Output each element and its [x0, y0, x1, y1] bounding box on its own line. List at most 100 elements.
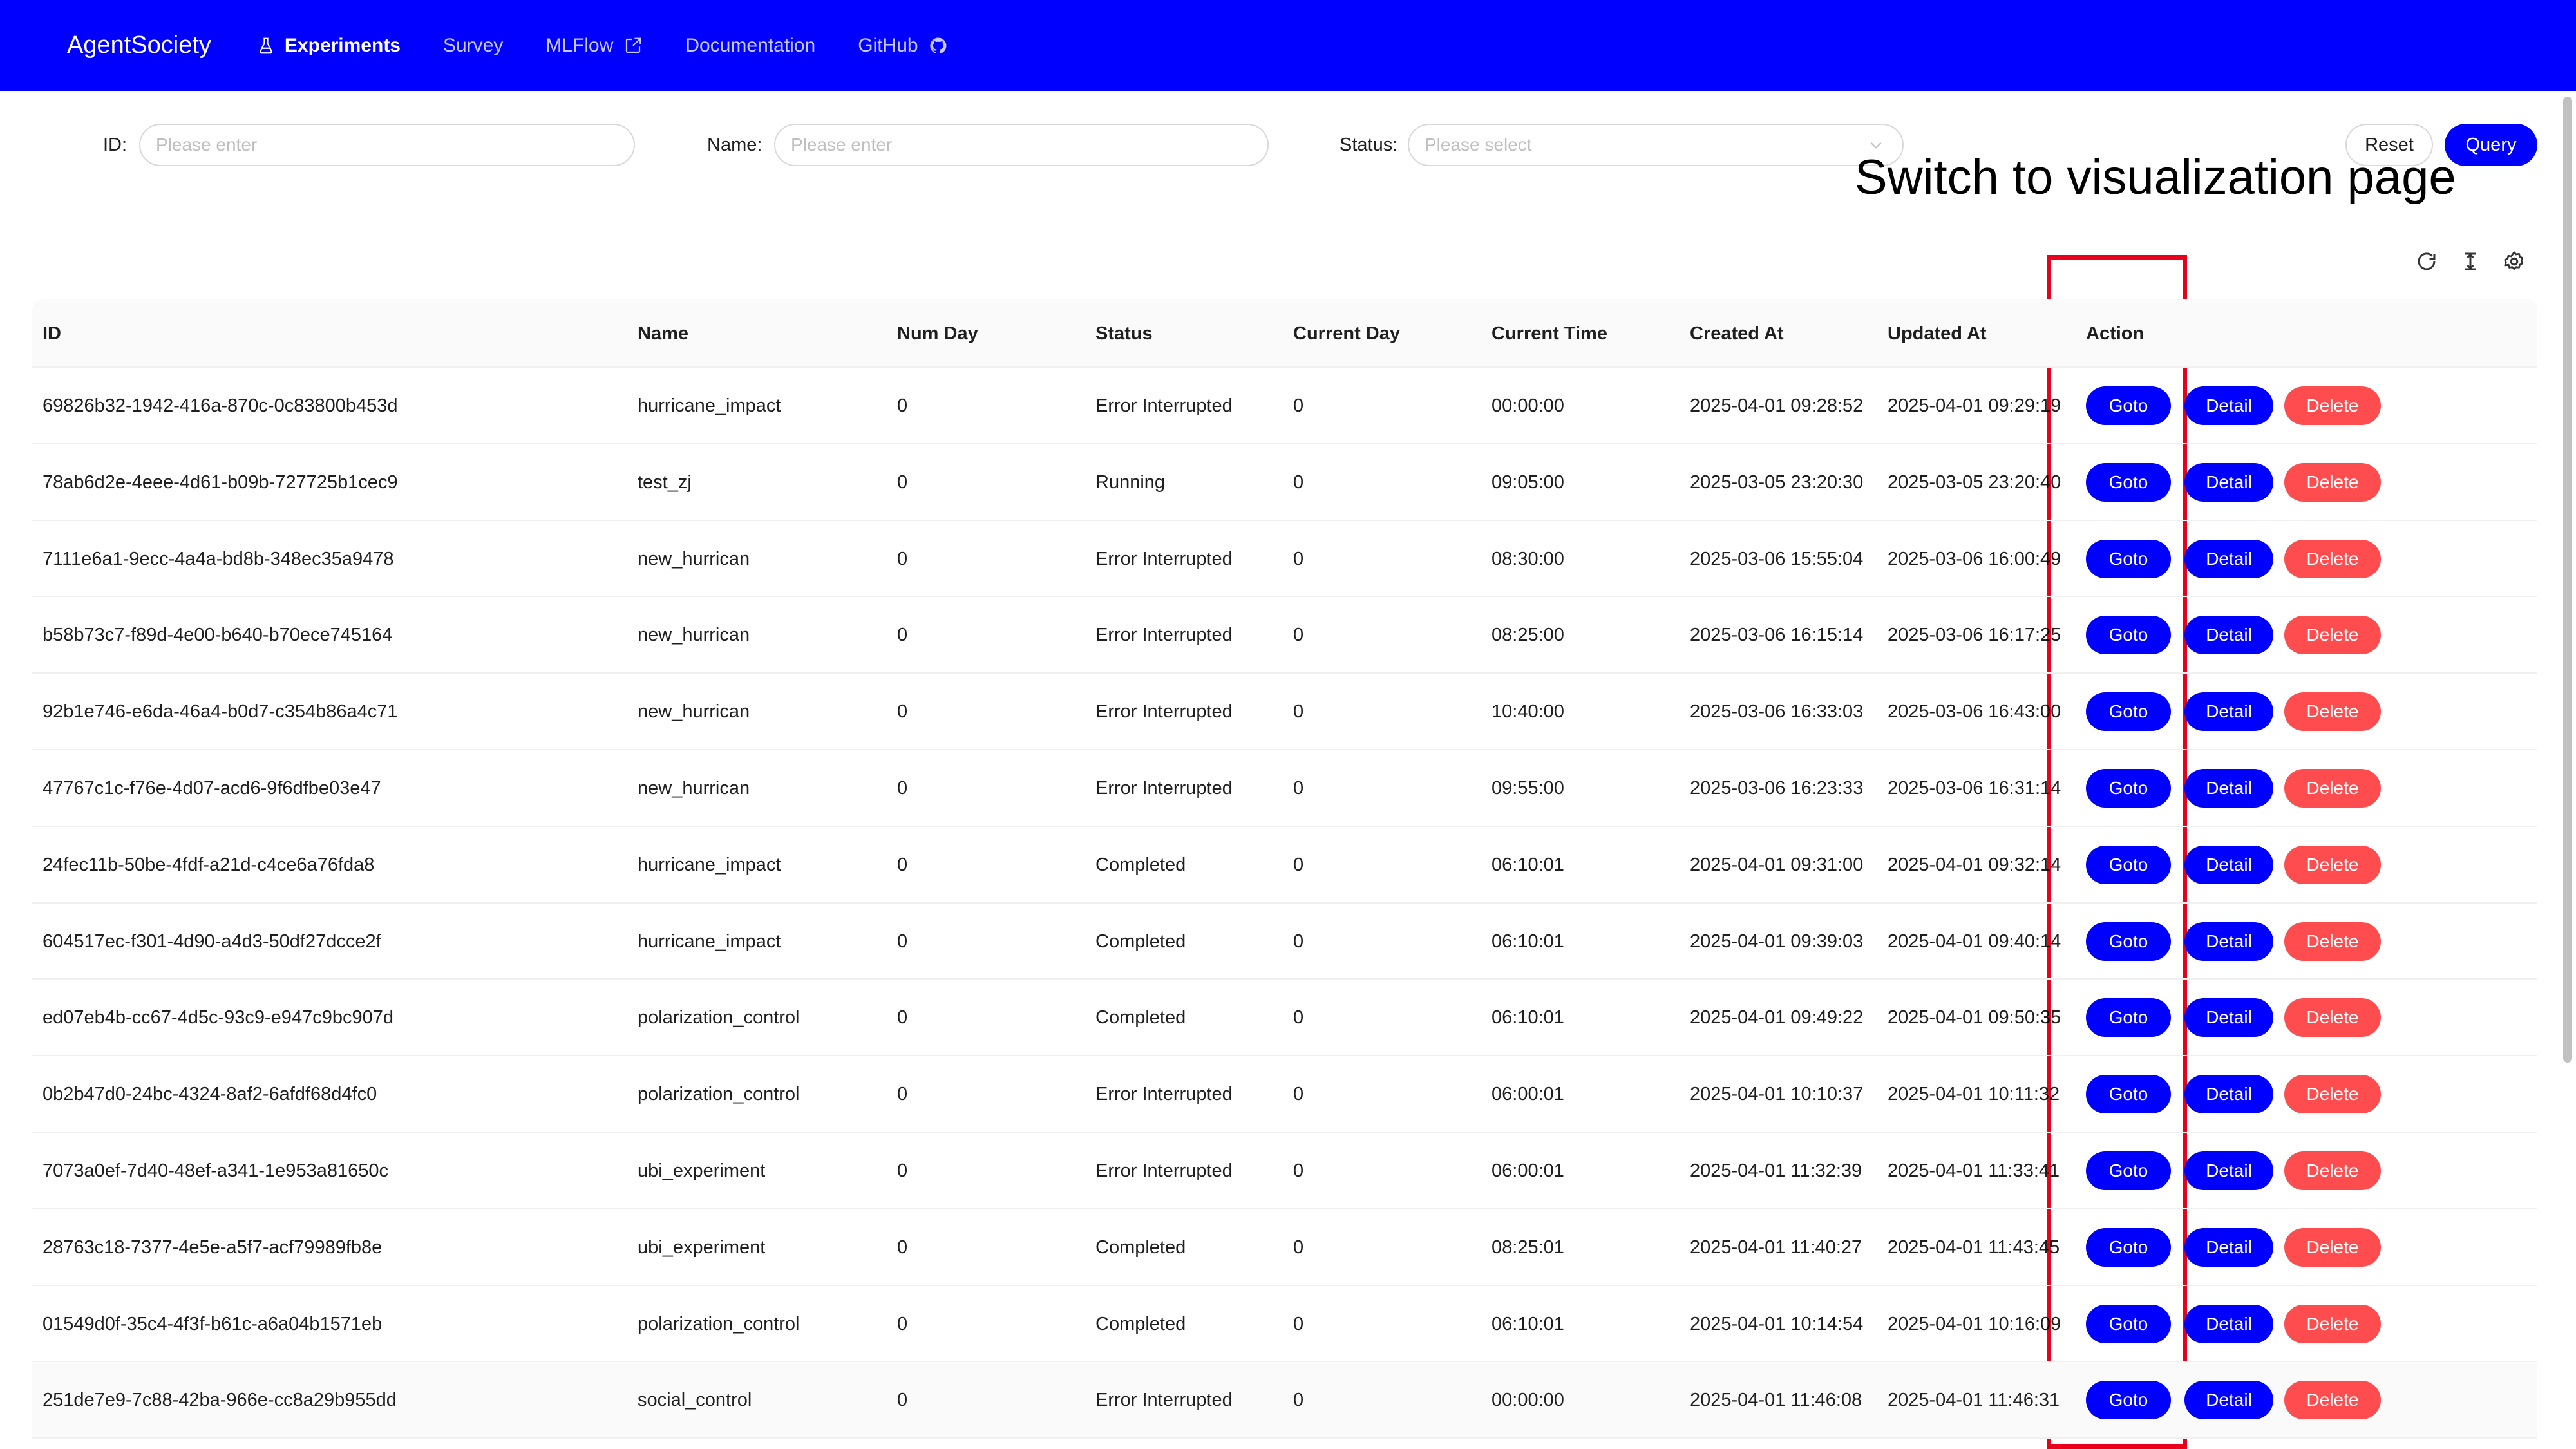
id-input[interactable]: Please enter — [139, 124, 635, 166]
nav-experiments[interactable]: Experiments — [256, 35, 401, 57]
table-row: 24fec11b-50be-4fdf-a21d-c4ce6a76fda8 hurr… — [32, 827, 2537, 904]
col-header-id[interactable]: ID — [43, 299, 61, 368]
col-header-name[interactable]: Name — [638, 299, 688, 368]
cell-current-day: 0 — [1293, 1160, 1304, 1181]
table-row: 7073a0ef-7d40-48ef-a341-1e953a81650c ubi_… — [32, 1133, 2537, 1209]
cell-updated-at: 2025-04-01 10:16:09 — [1888, 1313, 2061, 1334]
cell-status: Completed — [1095, 1007, 1186, 1028]
detail-button[interactable]: Detail — [2184, 539, 2273, 578]
nav-mlflow[interactable]: MLFlow — [545, 35, 643, 57]
goto-button[interactable]: Goto — [2086, 1151, 2171, 1190]
cell-id: 7111e6a1-9ecc-4a4a-bd8b-348ec35a9478 — [43, 548, 394, 569]
setting-icon[interactable] — [2503, 250, 2526, 273]
goto-button[interactable]: Goto — [2086, 922, 2171, 961]
cell-name: hurricane_impact — [638, 854, 781, 875]
nav-github[interactable]: GitHub — [858, 35, 947, 57]
goto-button[interactable]: Goto — [2086, 845, 2171, 884]
goto-button[interactable]: Goto — [2086, 386, 2171, 425]
cell-current-time: 06:00:01 — [1492, 1160, 1564, 1181]
cell-status: Completed — [1095, 1313, 1186, 1334]
cell-current-time: 06:10:01 — [1492, 931, 1564, 952]
cell-num-day: 0 — [897, 625, 908, 646]
cell-num-day: 0 — [897, 1007, 908, 1028]
page-scrollbar[interactable] — [2563, 97, 2572, 1063]
detail-button[interactable]: Detail — [2184, 1151, 2273, 1190]
col-header-status[interactable]: Status — [1095, 299, 1153, 368]
cell-id: 251de7e9-7c88-42ba-966e-cc8a29b955dd — [43, 1390, 397, 1411]
goto-button[interactable]: Goto — [2086, 539, 2171, 578]
col-header-current-day[interactable]: Current Day — [1293, 299, 1400, 368]
goto-button[interactable]: Goto — [2086, 692, 2171, 732]
goto-button[interactable]: Goto — [2086, 998, 2171, 1037]
col-header-updated-at[interactable]: Updated At — [1888, 299, 1987, 368]
table-toolbar — [2415, 250, 2526, 273]
cell-updated-at: 2025-04-01 11:46:31 — [1888, 1390, 2060, 1411]
delete-button[interactable]: Delete — [2284, 539, 2381, 578]
goto-button[interactable]: Goto — [2086, 1227, 2171, 1267]
cell-created-at: 2025-03-06 16:33:03 — [1690, 701, 1864, 723]
top-nav-bar: AgentSociety Experiments Survey MLFlow D… — [0, 0, 2576, 91]
detail-button[interactable]: Detail — [2184, 768, 2273, 808]
goto-button[interactable]: Goto — [2086, 616, 2171, 655]
cell-num-day: 0 — [897, 471, 908, 493]
detail-button[interactable]: Detail — [2184, 462, 2273, 502]
cell-name: test_zj — [638, 471, 692, 493]
name-input[interactable]: Please enter — [774, 124, 1269, 166]
cell-id: 7073a0ef-7d40-48ef-a341-1e953a81650c — [43, 1160, 388, 1181]
cell-name: new_hurrican — [638, 777, 750, 799]
cell-updated-at: 2025-04-01 09:50:35 — [1888, 1007, 2061, 1028]
delete-button[interactable]: Delete — [2284, 616, 2381, 655]
cell-created-at: 2025-04-01 10:10:37 — [1690, 1084, 1864, 1105]
detail-button[interactable]: Detail — [2184, 1227, 2273, 1267]
delete-button[interactable]: Delete — [2284, 1381, 2381, 1420]
id-label: ID: — [103, 135, 128, 155]
nav-survey[interactable]: Survey — [443, 35, 503, 57]
detail-button[interactable]: Detail — [2184, 922, 2273, 961]
table-row: 78ab6d2e-4eee-4d61-b09b-727725b1cec9 test… — [32, 444, 2537, 521]
column-height-icon[interactable] — [2459, 250, 2482, 273]
delete-button[interactable]: Delete — [2284, 1075, 2381, 1114]
detail-button[interactable]: Detail — [2184, 1075, 2273, 1114]
delete-button[interactable]: Delete — [2284, 692, 2381, 732]
goto-button[interactable]: Goto — [2086, 1075, 2171, 1114]
delete-button[interactable]: Delete — [2284, 462, 2381, 502]
query-button[interactable]: Query — [2445, 124, 2537, 166]
nav-documentation[interactable]: Documentation — [685, 35, 815, 57]
detail-button[interactable]: Detail — [2184, 616, 2273, 655]
cell-updated-at: 2025-04-01 09:40:14 — [1888, 931, 2061, 952]
brand-logo[interactable]: AgentSociety — [67, 32, 211, 59]
delete-button[interactable]: Delete — [2284, 1227, 2381, 1267]
detail-button[interactable]: Detail — [2184, 386, 2273, 425]
col-header-current-time[interactable]: Current Time — [1492, 299, 1607, 368]
goto-button[interactable]: Goto — [2086, 1304, 2171, 1343]
col-header-created-at[interactable]: Created At — [1690, 299, 1784, 368]
name-input-placeholder: Please enter — [791, 135, 893, 155]
delete-button[interactable]: Delete — [2284, 998, 2381, 1037]
delete-button[interactable]: Delete — [2284, 386, 2381, 425]
cell-updated-at: 2025-03-06 16:17:25 — [1888, 625, 2061, 646]
cell-status: Error Interrupted — [1095, 1084, 1233, 1105]
delete-button[interactable]: Delete — [2284, 768, 2381, 808]
delete-button[interactable]: Delete — [2284, 845, 2381, 884]
delete-button[interactable]: Delete — [2284, 922, 2381, 961]
cell-num-day: 0 — [897, 1390, 908, 1411]
cell-id: 69826b32-1942-416a-870c-0c83800b453d — [43, 395, 398, 416]
delete-button[interactable]: Delete — [2284, 1304, 2381, 1343]
goto-button[interactable]: Goto — [2086, 768, 2171, 808]
detail-button[interactable]: Detail — [2184, 1304, 2273, 1343]
col-header-num-day[interactable]: Num Day — [897, 299, 978, 368]
detail-button[interactable]: Detail — [2184, 692, 2273, 732]
goto-button[interactable]: Goto — [2086, 462, 2171, 502]
cell-id: 0b2b47d0-24bc-4324-8af2-6afdf68d4fc0 — [43, 1084, 377, 1105]
detail-button[interactable]: Detail — [2184, 1381, 2273, 1420]
cell-updated-at: 2025-04-01 09:29:19 — [1888, 395, 2061, 416]
delete-button[interactable]: Delete — [2284, 1151, 2381, 1190]
cell-status: Error Interrupted — [1095, 1160, 1233, 1181]
reload-icon[interactable] — [2415, 250, 2438, 273]
goto-button[interactable]: Goto — [2086, 1381, 2171, 1420]
status-select[interactable]: Please select — [1408, 124, 1904, 166]
detail-button[interactable]: Detail — [2184, 998, 2273, 1037]
cell-current-day: 0 — [1293, 1236, 1304, 1258]
cell-name: hurricane_impact — [638, 395, 781, 416]
detail-button[interactable]: Detail — [2184, 845, 2273, 884]
